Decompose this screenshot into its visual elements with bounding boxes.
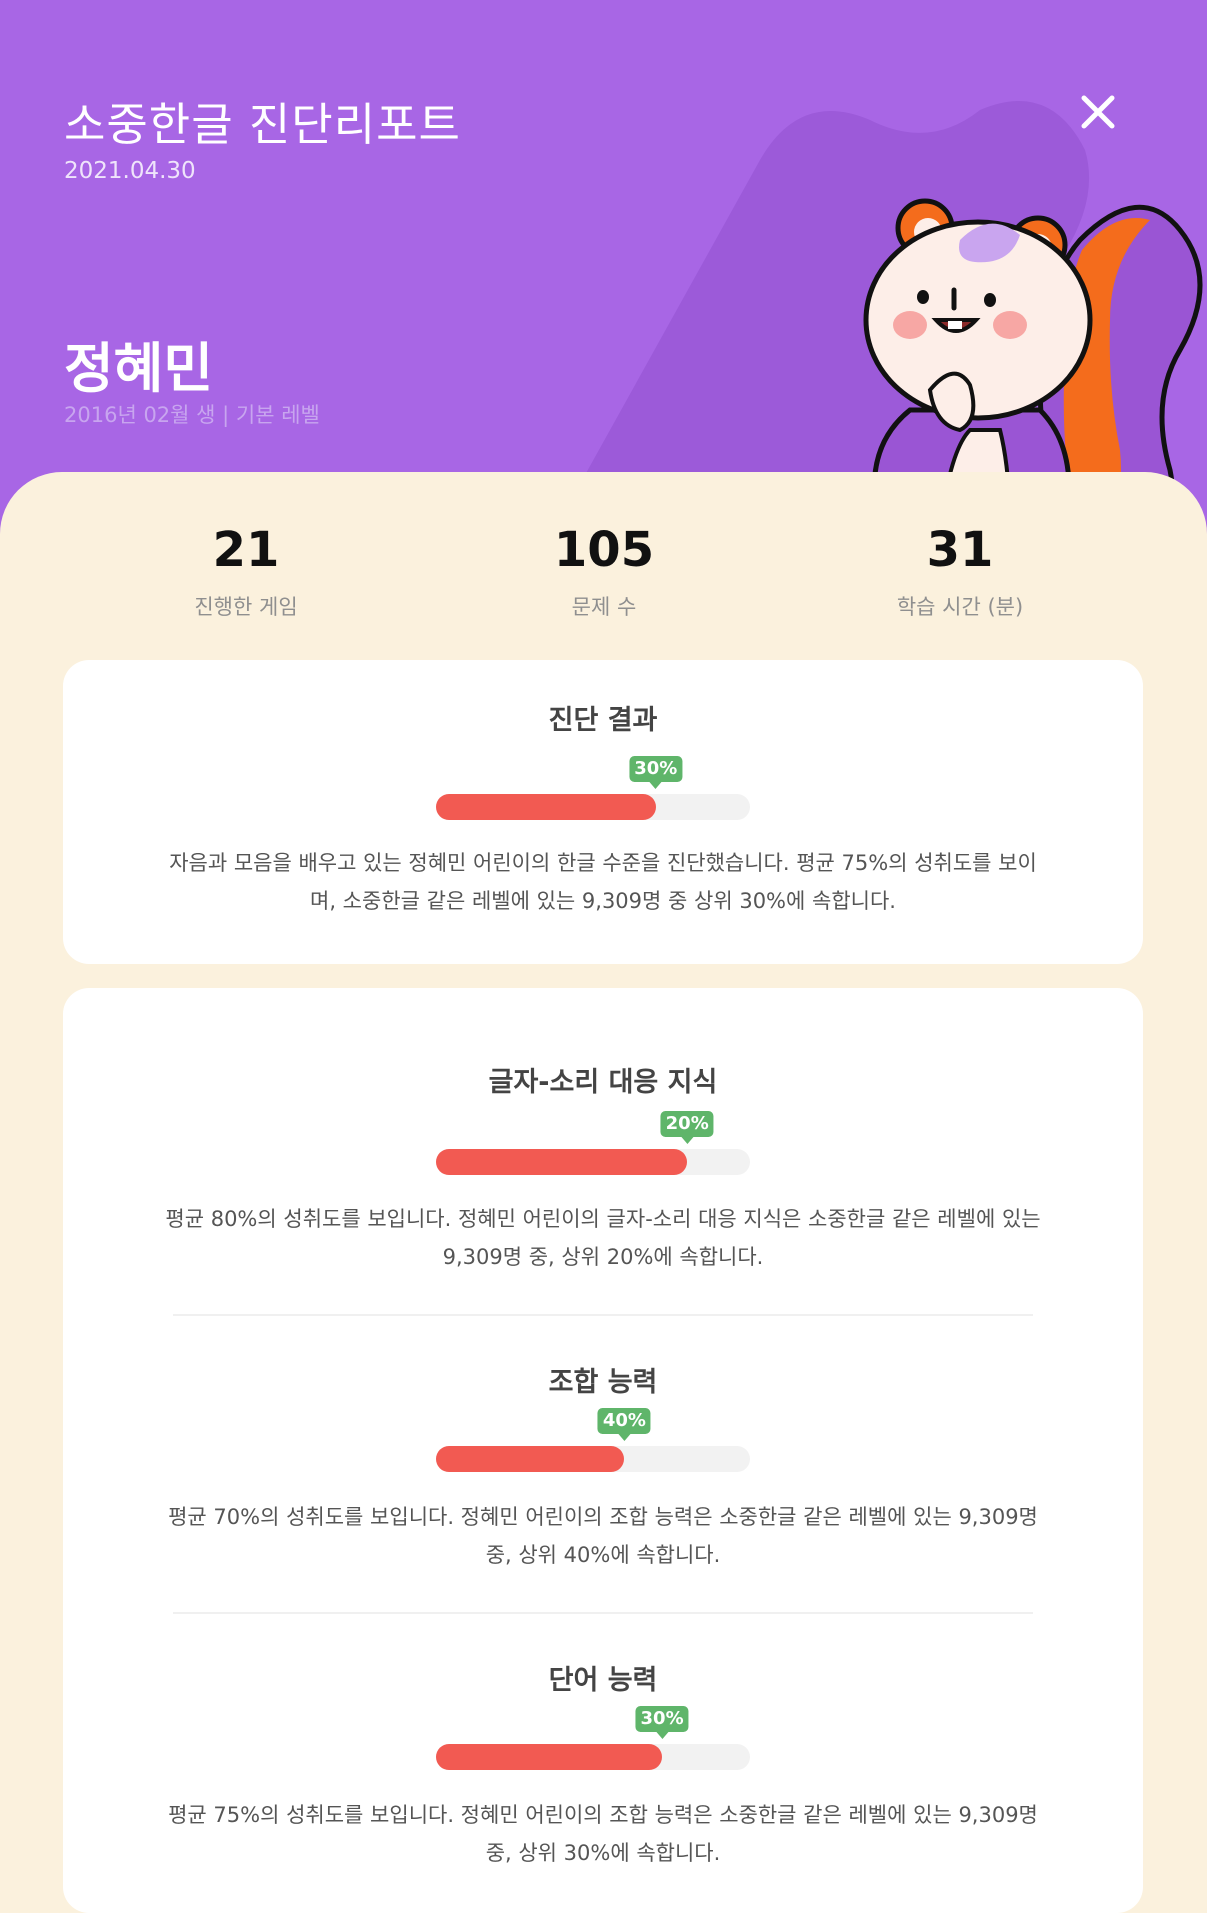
child-info: 2016년 02월 생 | 기본 레벨 <box>64 403 320 427</box>
section-title: 글자-소리 대응 지식 <box>488 1067 718 1098</box>
divider <box>173 1612 1033 1614</box>
section-description: 평균 75%의 성취도를 보입니다. 정혜민 어린이의 조합 능력은 소중한글 … <box>168 1803 1038 1865</box>
stat-label: 진행한 게임 <box>194 594 298 619</box>
stat-label: 문제 수 <box>571 594 637 619</box>
stat-value: 105 <box>553 522 655 578</box>
detail-section-combination: 조합 능력 <box>63 1360 1143 1399</box>
stats-row: 21 진행한 게임 105 문제 수 31 학습 시간 (분) <box>0 472 1207 662</box>
stat-value: 21 <box>212 522 280 578</box>
percentile-badge: 30% <box>629 756 683 789</box>
progress-bar: 20% <box>436 1111 750 1175</box>
percentile-badge: 40% <box>597 1408 651 1441</box>
report-header: 소중한글 진단리포트 2021.04.30 정혜민 2016년 02월 생 | … <box>0 0 1207 520</box>
child-name: 정혜민 <box>64 337 214 400</box>
progress-fill <box>436 1149 688 1175</box>
stat-value: 31 <box>926 522 994 578</box>
stat-games: 21 진행한 게임 <box>96 524 396 621</box>
section-description: 자음과 모음을 배우고 있는 정혜민 어린이의 한글 수준을 진단했습니다. 평… <box>169 851 1037 913</box>
stat-questions: 105 문제 수 <box>454 524 754 621</box>
progress-fill <box>436 1446 625 1472</box>
section-title: 진단 결과 <box>548 705 658 736</box>
report-sheet: 21 진행한 게임 105 문제 수 31 학습 시간 (분) 진단 결과 30… <box>0 472 1207 1913</box>
report-date: 2021.04.30 <box>64 158 196 184</box>
close-icon <box>1081 95 1115 129</box>
progress-bar: 30% <box>436 1706 750 1770</box>
percentile-badge: 20% <box>660 1111 714 1144</box>
progress-bar: 40% <box>436 1408 750 1472</box>
detail-section-word: 단어 능력 <box>63 1658 1143 1697</box>
app-title: 소중한글 진단리포트 <box>64 98 461 151</box>
section-description: 평균 80%의 성취도를 보입니다. 정혜민 어린이의 글자-소리 대응 지식은… <box>165 1207 1041 1269</box>
squirrel-mascot-illustration <box>863 198 1203 520</box>
progress-fill <box>436 1744 663 1770</box>
section-description: 평균 70%의 성취도를 보입니다. 정혜민 어린이의 조합 능력은 소중한글 … <box>168 1505 1038 1567</box>
close-button[interactable] <box>1070 84 1126 140</box>
stat-label: 학습 시간 (분) <box>896 594 1024 619</box>
percentile-badge: 30% <box>635 1706 689 1739</box>
divider <box>173 1314 1033 1316</box>
summary-card: 진단 결과 30% 자음과 모음을 배우고 있는 정혜민 어린이의 한글 수준을… <box>63 660 1143 964</box>
section-title: 단어 능력 <box>548 1665 658 1696</box>
detail-section-letter-sound: 글자-소리 대응 지식 <box>63 1060 1143 1099</box>
progress-fill <box>436 794 656 820</box>
progress-bar: 30% <box>436 756 750 820</box>
summary-section: 진단 결과 <box>63 698 1143 737</box>
section-title: 조합 능력 <box>548 1367 658 1398</box>
details-card: 글자-소리 대응 지식 20% 평균 80%의 성취도를 보입니다. 정혜민 어… <box>63 988 1143 1913</box>
stat-study-time: 31 학습 시간 (분) <box>810 524 1110 621</box>
